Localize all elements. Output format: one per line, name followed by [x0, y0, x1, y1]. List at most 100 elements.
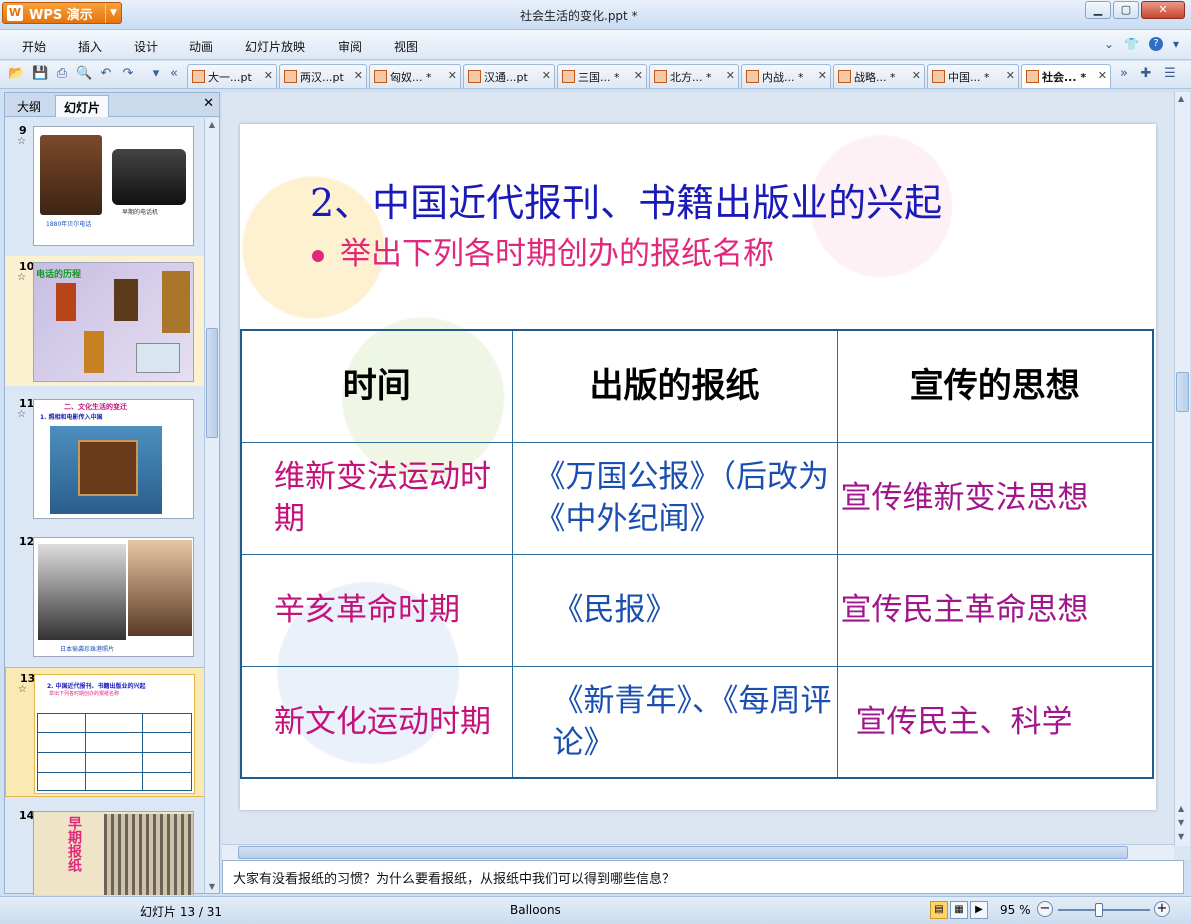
minimize-button[interactable]: ▁ [1085, 1, 1111, 19]
ppt-file-icon [192, 70, 205, 83]
open-folder-icon[interactable]: 📂 [8, 66, 24, 82]
print-icon[interactable]: ⎙ [54, 66, 70, 82]
doc-tab[interactable]: 中国... * ✕ [927, 64, 1019, 88]
table-row: 新文化运动时期 《新青年》、《每周评论》 宣传民主、科学 [240, 665, 1154, 779]
normal-view-icon[interactable]: ▤ [930, 901, 948, 919]
ribbon-collapse-icon[interactable]: ⌄ [1104, 37, 1114, 51]
undo-icon[interactable]: ↶ [98, 66, 114, 82]
doc-tab[interactable]: 三国... * ✕ [557, 64, 647, 88]
zoom-slider-handle[interactable] [1095, 903, 1103, 917]
menu-animation[interactable]: 动画 [189, 38, 213, 55]
tab-close-icon[interactable]: ✕ [542, 69, 551, 88]
doc-tab[interactable]: 大一...pt ✕ [187, 64, 277, 88]
tab-close-icon[interactable]: ✕ [818, 69, 827, 88]
slide-thumbnail[interactable]: 11 ☆ 二、文化生活的变迁 1. 照相和电影传入中国 [5, 393, 205, 523]
slide-counter: 幻灯片 13 / 31 [140, 905, 223, 919]
zoom-level[interactable]: 95 % [1000, 903, 1031, 917]
table-cell[interactable]: 《新青年》、《每周评论》 [511, 665, 838, 779]
ppt-file-icon [374, 70, 387, 83]
save-icon[interactable]: 💾 [32, 66, 48, 82]
window-title: 社会生活的变化.ppt * [520, 9, 638, 23]
tab-close-icon[interactable]: ✕ [912, 69, 921, 88]
table-cell[interactable]: 宣传民主革命思想 [836, 553, 1154, 667]
slide-title[interactable]: 2、中国近代报刊、书籍出版业的兴起 [310, 172, 942, 227]
print-preview-icon[interactable]: 🔍 [76, 66, 92, 82]
slide-thumbnail[interactable]: 9 ☆ 1880年贝尔电话 早期的电话机 [5, 120, 205, 250]
tabs-scroll-left-icon[interactable]: « [166, 66, 182, 82]
ppt-file-icon [468, 70, 481, 83]
slides-panel: 大纲 幻灯片 ✕ 9 ☆ 1880年贝尔电话 早期的电话机 10 ☆ 电话的历程… [4, 92, 220, 895]
zoom-out-icon[interactable]: − [1037, 901, 1053, 917]
newspaper-table[interactable]: 时间 出版的报纸 宣传的思想 维新变法运动时期 《万国公报》（后改为《中外纪闻》… [240, 329, 1154, 779]
tabs-scroll-right-icon[interactable]: » [1116, 66, 1132, 82]
doc-tab[interactable]: 汉通...pt ✕ [463, 64, 555, 88]
table-cell[interactable]: 宣传维新变法思想 [836, 441, 1154, 555]
menu-view[interactable]: 视图 [394, 38, 418, 55]
toolbar-dropdown-icon[interactable]: ▾ [148, 66, 164, 82]
doc-tab[interactable]: 两汉...pt ✕ [279, 64, 367, 88]
tab-close-icon[interactable]: ✕ [1006, 69, 1015, 88]
theme-name: Balloons [510, 903, 561, 917]
wps-app-menu-button[interactable]: W WPS 演示 ▼ [2, 2, 122, 24]
table-cell[interactable]: 维新变法运动时期 [240, 441, 513, 555]
doc-tab-active[interactable]: 社会... * ✕ [1021, 64, 1111, 88]
tab-close-icon[interactable]: ✕ [264, 69, 273, 88]
panel-close-icon[interactable]: ✕ [203, 96, 214, 111]
ppt-file-icon [562, 70, 575, 83]
ppt-file-icon [284, 70, 297, 83]
new-tab-icon[interactable]: ✚ [1138, 66, 1154, 82]
tab-close-icon[interactable]: ✕ [354, 69, 363, 88]
header-cell[interactable]: 出版的报纸 [511, 329, 838, 443]
help-dropdown-icon[interactable]: ▾ [1173, 37, 1179, 51]
slide-bullet[interactable]: 举出下列各时期创办的报纸名称 [312, 228, 774, 273]
tab-slides[interactable]: 幻灯片 [55, 95, 110, 117]
menu-slideshow[interactable]: 幻灯片放映 [245, 38, 305, 55]
table-cell[interactable]: 新文化运动时期 [240, 665, 513, 779]
ppt-file-icon [1026, 70, 1039, 83]
close-button[interactable]: ✕ [1141, 1, 1185, 19]
slide-sorter-icon[interactable]: ▦ [950, 901, 968, 919]
header-cell[interactable]: 时间 [240, 329, 513, 443]
slide-thumbnail[interactable]: 10 ☆ 电话的历程 [5, 256, 205, 386]
slide-thumbnail[interactable]: 12 日本偷袭珍珠港照片 [5, 531, 205, 661]
doc-tab[interactable]: 战略... * ✕ [833, 64, 925, 88]
menu-review[interactable]: 审阅 [338, 38, 362, 55]
table-cell[interactable]: 《万国公报》（后改为《中外纪闻》 [511, 441, 838, 555]
table-cell[interactable]: 辛亥革命时期 [240, 553, 513, 667]
menu-home[interactable]: 开始 [22, 38, 46, 55]
doc-tab[interactable]: 北方... * ✕ [649, 64, 739, 88]
current-slide[interactable]: 2、中国近代报刊、书籍出版业的兴起 举出下列各时期创办的报纸名称 时间 出版的报… [240, 124, 1156, 810]
slide-editor: 2、中国近代报刊、书籍出版业的兴起 举出下列各时期创办的报纸名称 时间 出版的报… [222, 92, 1190, 860]
slide-thumbnail-selected[interactable]: 13 ☆ 2. 中国近代报刊、书籍出版业的兴起 举出下列各时期创办的报纸名称 [5, 667, 205, 797]
menu-insert[interactable]: 插入 [78, 38, 102, 55]
zoom-in-icon[interactable]: + [1154, 901, 1170, 917]
zoom-slider[interactable] [1058, 909, 1150, 911]
tab-close-icon[interactable]: ✕ [726, 69, 735, 88]
table-header-row: 时间 出版的报纸 宣传的思想 [240, 329, 1154, 443]
maximize-button[interactable]: ▢ [1113, 1, 1139, 19]
doc-tab[interactable]: 内战... * ✕ [741, 64, 831, 88]
table-cell[interactable]: 《民报》 [511, 553, 838, 667]
editor-vertical-scrollbar[interactable]: ▲ ▲ ▼ ▼ [1174, 92, 1190, 846]
help-icon[interactable]: ? [1148, 37, 1163, 51]
tab-close-icon[interactable]: ✕ [448, 69, 457, 88]
doc-tab[interactable]: 匈奴... * ✕ [369, 64, 461, 88]
chevron-down-icon[interactable]: ▼ [105, 3, 121, 23]
tab-close-icon[interactable]: ✕ [1098, 69, 1107, 88]
tab-list-icon[interactable]: ☰ [1162, 66, 1178, 82]
menu-design[interactable]: 设计 [134, 38, 158, 55]
editor-horizontal-scrollbar[interactable] [222, 844, 1174, 860]
slideshow-icon[interactable]: ▶ [970, 901, 988, 919]
ppt-file-icon [746, 70, 759, 83]
thumbnails-scrollbar[interactable]: ▲ ▼ [204, 118, 219, 893]
wps-logo-icon: W [7, 5, 23, 21]
skin-icon[interactable]: 👕 [1124, 37, 1139, 51]
tab-close-icon[interactable]: ✕ [634, 69, 643, 88]
slide-thumbnail[interactable]: 14 早期报纸 [5, 805, 205, 895]
tab-outline[interactable]: 大纲 [9, 95, 49, 117]
header-cell[interactable]: 宣传的思想 [836, 329, 1154, 443]
redo-icon[interactable]: ↷ [120, 66, 136, 82]
table-cell[interactable]: 宣传民主、科学 [836, 665, 1154, 779]
speaker-notes[interactable]: 大家有没看报纸的习惯？为什么要看报纸，从报纸中我们可以得到哪些信息？ [222, 860, 1184, 894]
menu-bar: 开始 插入 设计 动画 幻灯片放映 审阅 视图 ⌄ 👕 ? ▾ [0, 30, 1191, 60]
